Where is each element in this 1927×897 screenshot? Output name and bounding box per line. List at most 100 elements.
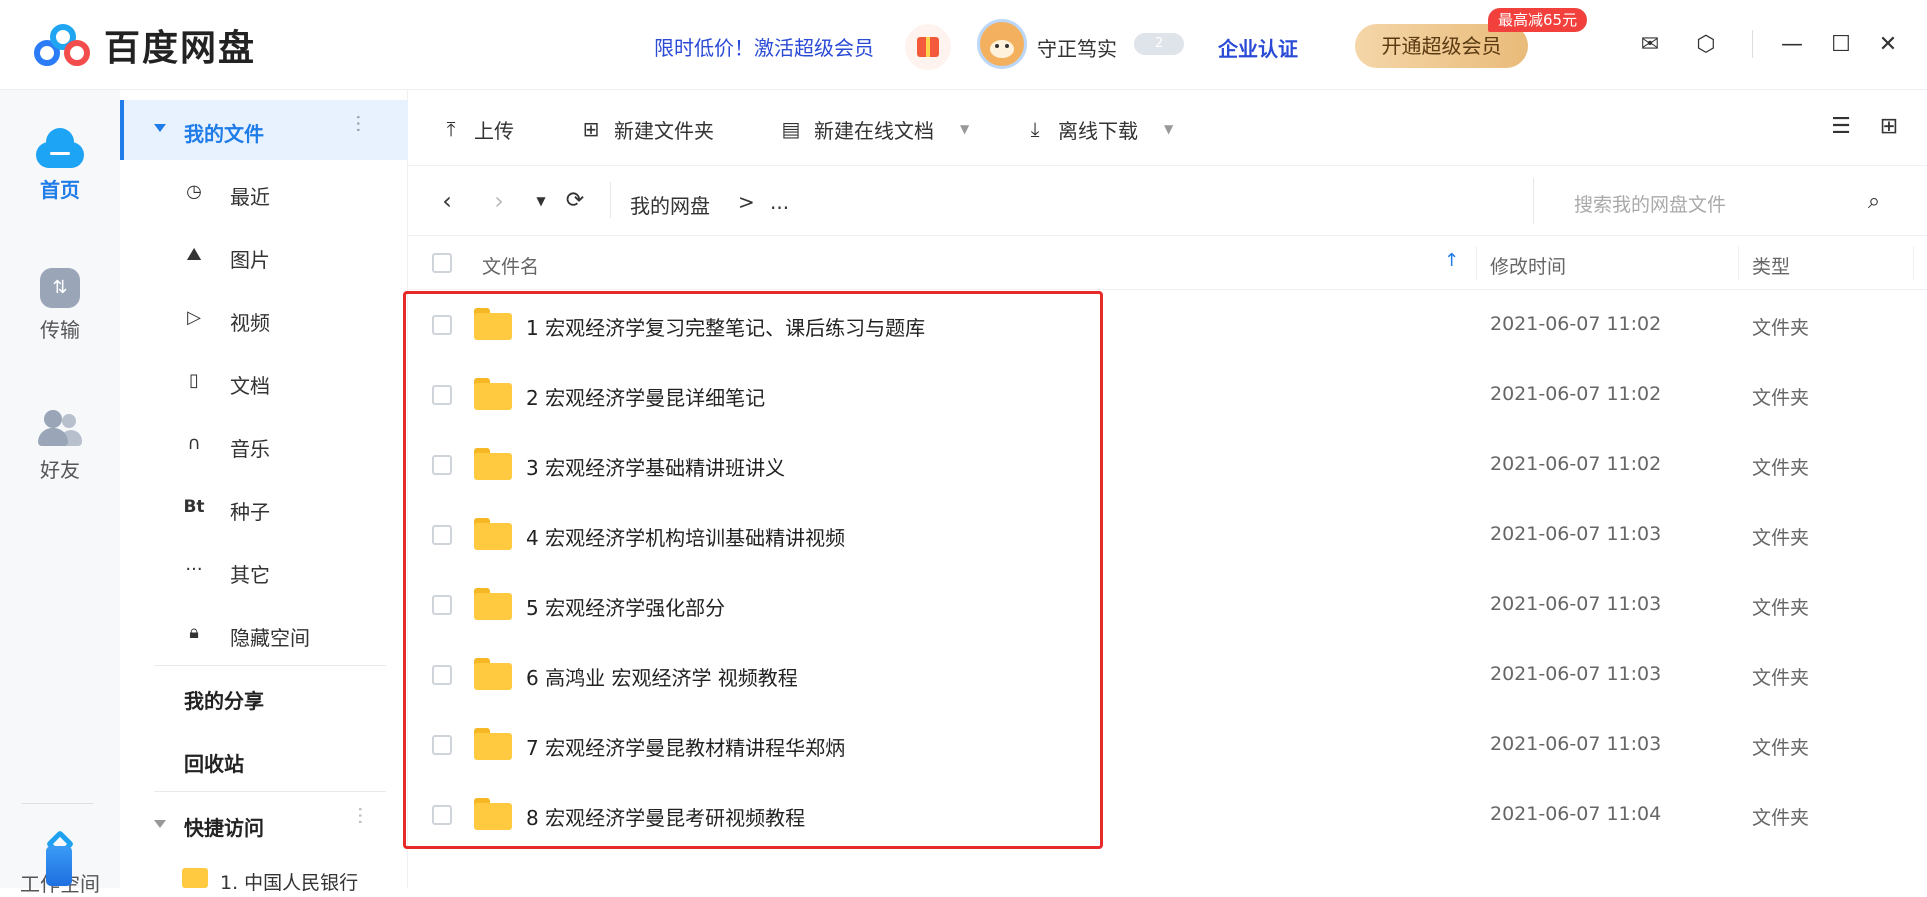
table-row[interactable]: 7 宏观经济学曼昆教材精讲程华郑炳 2021-06-07 11:03 文件夹 bbox=[408, 710, 1927, 780]
promo-link[interactable]: 限时低价！激活超级会员 bbox=[654, 32, 874, 61]
avatar[interactable] bbox=[977, 19, 1027, 69]
new-folder-button[interactable]: ⊞ 新建文件夹 bbox=[578, 114, 714, 144]
breadcrumb-root[interactable]: 我的网盘 bbox=[630, 190, 710, 219]
nav-transfer[interactable]: ⇅ 传输 bbox=[0, 268, 120, 343]
new-folder-icon: ⊞ bbox=[582, 117, 600, 141]
row-checkbox[interactable] bbox=[432, 315, 452, 335]
file-name[interactable]: 5 宏观经济学强化部分 bbox=[526, 592, 725, 621]
folder-icon bbox=[474, 798, 512, 830]
search-input[interactable]: 搜索我的网盘文件 ⌕ bbox=[1533, 178, 1927, 224]
column-modified[interactable]: 修改时间 bbox=[1490, 252, 1566, 279]
path-bar: ‹ › ▼ ⟳ 我的网盘 > ... 搜索我的网盘文件 ⌕ bbox=[408, 166, 1927, 236]
username[interactable]: 守正笃实 bbox=[1037, 33, 1117, 62]
row-checkbox[interactable] bbox=[432, 385, 452, 405]
table-row[interactable]: 6 高鸿业 宏观经济学 视频教程 2021-06-07 11:03 文件夹 bbox=[408, 640, 1927, 710]
more-icon: ··· bbox=[185, 559, 203, 580]
modified-time: 2021-06-07 11:03 bbox=[1490, 663, 1662, 685]
file-name[interactable]: 2 宏观经济学曼昆详细笔记 bbox=[526, 382, 765, 411]
chevron-down-icon[interactable]: ▼ bbox=[1164, 122, 1173, 136]
sidebar-quick-access[interactable]: 快捷访问 bbox=[184, 812, 264, 841]
back-icon[interactable]: ‹ bbox=[432, 186, 462, 216]
table-row[interactable]: 1 宏观经济学复习完整笔记、课后练习与题库 2021-06-07 11:02 文… bbox=[408, 290, 1927, 360]
cloud-home-icon bbox=[36, 128, 84, 168]
nav-home[interactable]: 首页 bbox=[0, 128, 120, 203]
clock-icon: ◷ bbox=[186, 181, 202, 202]
more-dots-icon[interactable]: ··· bbox=[348, 806, 372, 825]
file-name[interactable]: 3 宏观经济学基础精讲班讲义 bbox=[526, 452, 785, 481]
sidebar-item-documents[interactable]: ▯ 文档 bbox=[120, 357, 408, 407]
row-checkbox[interactable] bbox=[432, 805, 452, 825]
app-logo: 百度网盘 bbox=[30, 18, 256, 72]
mail-icon[interactable]: ✉ bbox=[1636, 30, 1664, 58]
sidebar-item-my-files[interactable]: 我的文件 ··· bbox=[120, 100, 408, 160]
row-checkbox[interactable] bbox=[432, 665, 452, 685]
file-name[interactable]: 8 宏观经济学曼昆考研视频教程 bbox=[526, 802, 805, 831]
search-icon[interactable]: ⌕ bbox=[1860, 188, 1888, 216]
row-checkbox[interactable] bbox=[432, 525, 452, 545]
select-all-checkbox[interactable] bbox=[432, 253, 452, 273]
collapse-triangle-icon[interactable] bbox=[154, 820, 166, 828]
table-row[interactable]: 2 宏观经济学曼昆详细笔记 2021-06-07 11:02 文件夹 bbox=[408, 360, 1927, 430]
sidebar-item-music[interactable]: ∩ 音乐 bbox=[120, 420, 408, 470]
phone-icon[interactable] bbox=[46, 846, 72, 886]
row-checkbox[interactable] bbox=[432, 595, 452, 615]
folder-icon bbox=[474, 308, 512, 340]
bt-icon: Bt bbox=[183, 497, 205, 517]
quick-access-item[interactable]: 1. 中国人民银行 bbox=[220, 868, 358, 895]
minimize-icon[interactable]: — bbox=[1778, 30, 1806, 58]
enterprise-verify-link[interactable]: 企业认证 bbox=[1218, 33, 1298, 62]
new-online-doc-label: 新建在线文档 bbox=[814, 118, 934, 143]
close-icon[interactable]: ✕ bbox=[1874, 30, 1902, 58]
row-checkbox[interactable] bbox=[432, 455, 452, 475]
file-name[interactable]: 7 宏观经济学曼昆教材精讲程华郑炳 bbox=[526, 732, 845, 761]
upload-label: 上传 bbox=[474, 118, 514, 143]
row-checkbox[interactable] bbox=[432, 735, 452, 755]
sidebar-item-recent[interactable]: ◷ 最近 bbox=[120, 168, 408, 218]
image-icon: ⛰ bbox=[186, 244, 202, 265]
settings-icon[interactable]: ⬡ bbox=[1692, 30, 1720, 58]
sidebar-item-recycle-bin[interactable]: 回收站 bbox=[184, 748, 244, 777]
more-dots-icon[interactable]: ··· bbox=[346, 114, 370, 133]
sort-list-icon[interactable]: ☰ bbox=[1826, 112, 1856, 142]
table-row[interactable]: 5 宏观经济学强化部分 2021-06-07 11:03 文件夹 bbox=[408, 570, 1927, 640]
file-name[interactable]: 4 宏观经济学机构培训基础精讲视频 bbox=[526, 522, 845, 551]
maximize-icon[interactable]: ☐ bbox=[1827, 30, 1855, 58]
grid-view-icon[interactable]: ⊞ bbox=[1874, 112, 1904, 142]
sidebar-item-my-share[interactable]: 我的分享 bbox=[184, 685, 264, 714]
collapse-triangle-icon[interactable] bbox=[154, 124, 166, 132]
sidebar-item-hidden-space[interactable]: 🔒︎ 隐藏空间 bbox=[120, 609, 408, 659]
nav-friends[interactable]: 好友 bbox=[0, 408, 120, 483]
sidebar-divider bbox=[154, 791, 386, 792]
column-name[interactable]: 文件名 bbox=[482, 252, 539, 279]
level-badge: 2 bbox=[1134, 33, 1184, 55]
forward-icon[interactable]: › bbox=[484, 186, 514, 216]
table-row[interactable]: 3 宏观经济学基础精讲班讲义 2021-06-07 11:02 文件夹 bbox=[408, 430, 1927, 500]
sidebar-item-torrents[interactable]: Bt 种子 bbox=[120, 483, 408, 533]
file-name[interactable]: 6 高鸿业 宏观经济学 视频教程 bbox=[526, 662, 798, 691]
document-icon: ▯ bbox=[189, 370, 199, 391]
file-type: 文件夹 bbox=[1752, 737, 1810, 759]
modified-time: 2021-06-07 11:03 bbox=[1490, 733, 1662, 755]
refresh-icon[interactable]: ⟳ bbox=[560, 186, 590, 216]
sidebar-item-videos[interactable]: ▷ 视频 bbox=[120, 294, 408, 344]
gift-icon[interactable] bbox=[905, 24, 951, 70]
titlebar-divider bbox=[1752, 30, 1753, 58]
modified-time: 2021-06-07 11:04 bbox=[1490, 803, 1662, 825]
sort-ascending-icon[interactable]: ↑ bbox=[1444, 250, 1459, 271]
table-row[interactable]: 8 宏观经济学曼昆考研视频教程 2021-06-07 11:04 文件夹 bbox=[408, 780, 1927, 850]
file-name[interactable]: 1 宏观经济学复习完整笔记、课后练习与题库 bbox=[526, 312, 925, 341]
breadcrumb-ellipsis[interactable]: ... bbox=[770, 190, 789, 214]
history-dropdown-icon[interactable]: ▼ bbox=[526, 186, 556, 216]
folder-icon bbox=[474, 518, 512, 550]
folder-icon bbox=[474, 658, 512, 690]
table-row[interactable]: 4 宏观经济学机构培训基础精讲视频 2021-06-07 11:03 文件夹 bbox=[408, 500, 1927, 570]
sidebar-item-images[interactable]: ⛰ 图片 bbox=[120, 231, 408, 281]
folder-icon bbox=[474, 588, 512, 620]
column-type[interactable]: 类型 bbox=[1752, 252, 1790, 279]
folder-icon bbox=[474, 378, 512, 410]
new-online-doc-button[interactable]: ▤ 新建在线文档 ▼ bbox=[778, 114, 970, 144]
sidebar-item-other[interactable]: ··· 其它 bbox=[120, 546, 408, 596]
offline-download-button[interactable]: ⤓ 离线下载 ▼ bbox=[1022, 114, 1174, 144]
upload-button[interactable]: ⤒ 上传 bbox=[438, 114, 514, 144]
chevron-down-icon[interactable]: ▼ bbox=[960, 122, 969, 136]
